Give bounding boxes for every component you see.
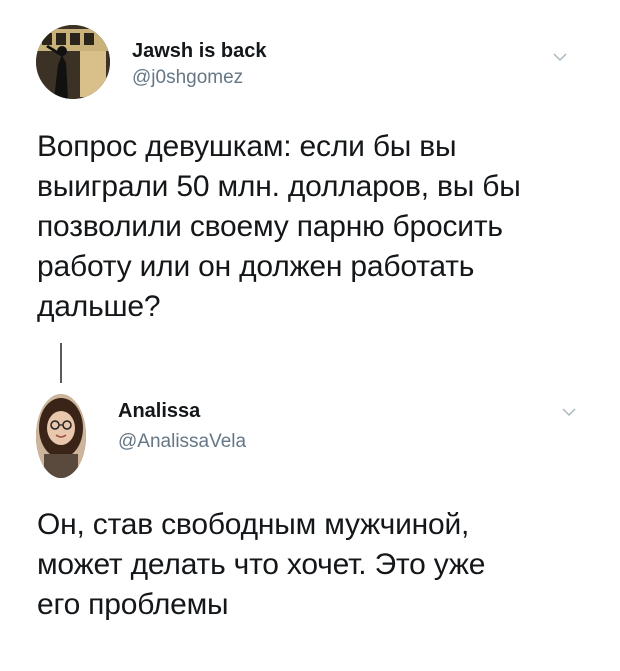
chevron-down-icon[interactable]: [553, 50, 567, 64]
thread-connector-line: [60, 343, 62, 383]
user-avatar[interactable]: [36, 394, 86, 478]
display-name[interactable]: Analissa: [118, 400, 200, 423]
user-handle[interactable]: @j0shgomez: [132, 67, 243, 89]
chevron-down-icon[interactable]: [562, 405, 576, 419]
tweet-text-line: работу или он должен работать: [37, 250, 475, 283]
tweet-text-line: может делать что хочет. Это уже: [37, 548, 486, 581]
display-name[interactable]: Jawsh is back: [132, 40, 267, 63]
tweet: Jawsh is back @j0shgomez Вопрос девушкам…: [0, 0, 620, 345]
tweet-text-line: выиграли 50 млн. долларов, вы бы: [37, 170, 521, 203]
tweet-text-line: дальше?: [37, 290, 161, 323]
tweet-text: Вопрос девушкам: если бы вы выиграли 50 …: [37, 127, 607, 327]
user-avatar-photo-icon: [36, 394, 86, 478]
user-handle[interactable]: @AnalissaVela: [118, 431, 246, 453]
tweet-text-line: позволили своему парню бросить: [37, 210, 503, 243]
tweet-text-line: его проблемы: [37, 588, 229, 621]
user-avatar-photo-icon: [36, 25, 110, 99]
tweet-text-line: Вопрос девушкам: если бы вы: [37, 130, 457, 163]
tweet-text: Он, став свободным мужчиной, может делат…: [37, 505, 597, 625]
tweet-text-line: Он, став свободным мужчиной,: [37, 508, 470, 541]
user-avatar[interactable]: [36, 25, 110, 99]
